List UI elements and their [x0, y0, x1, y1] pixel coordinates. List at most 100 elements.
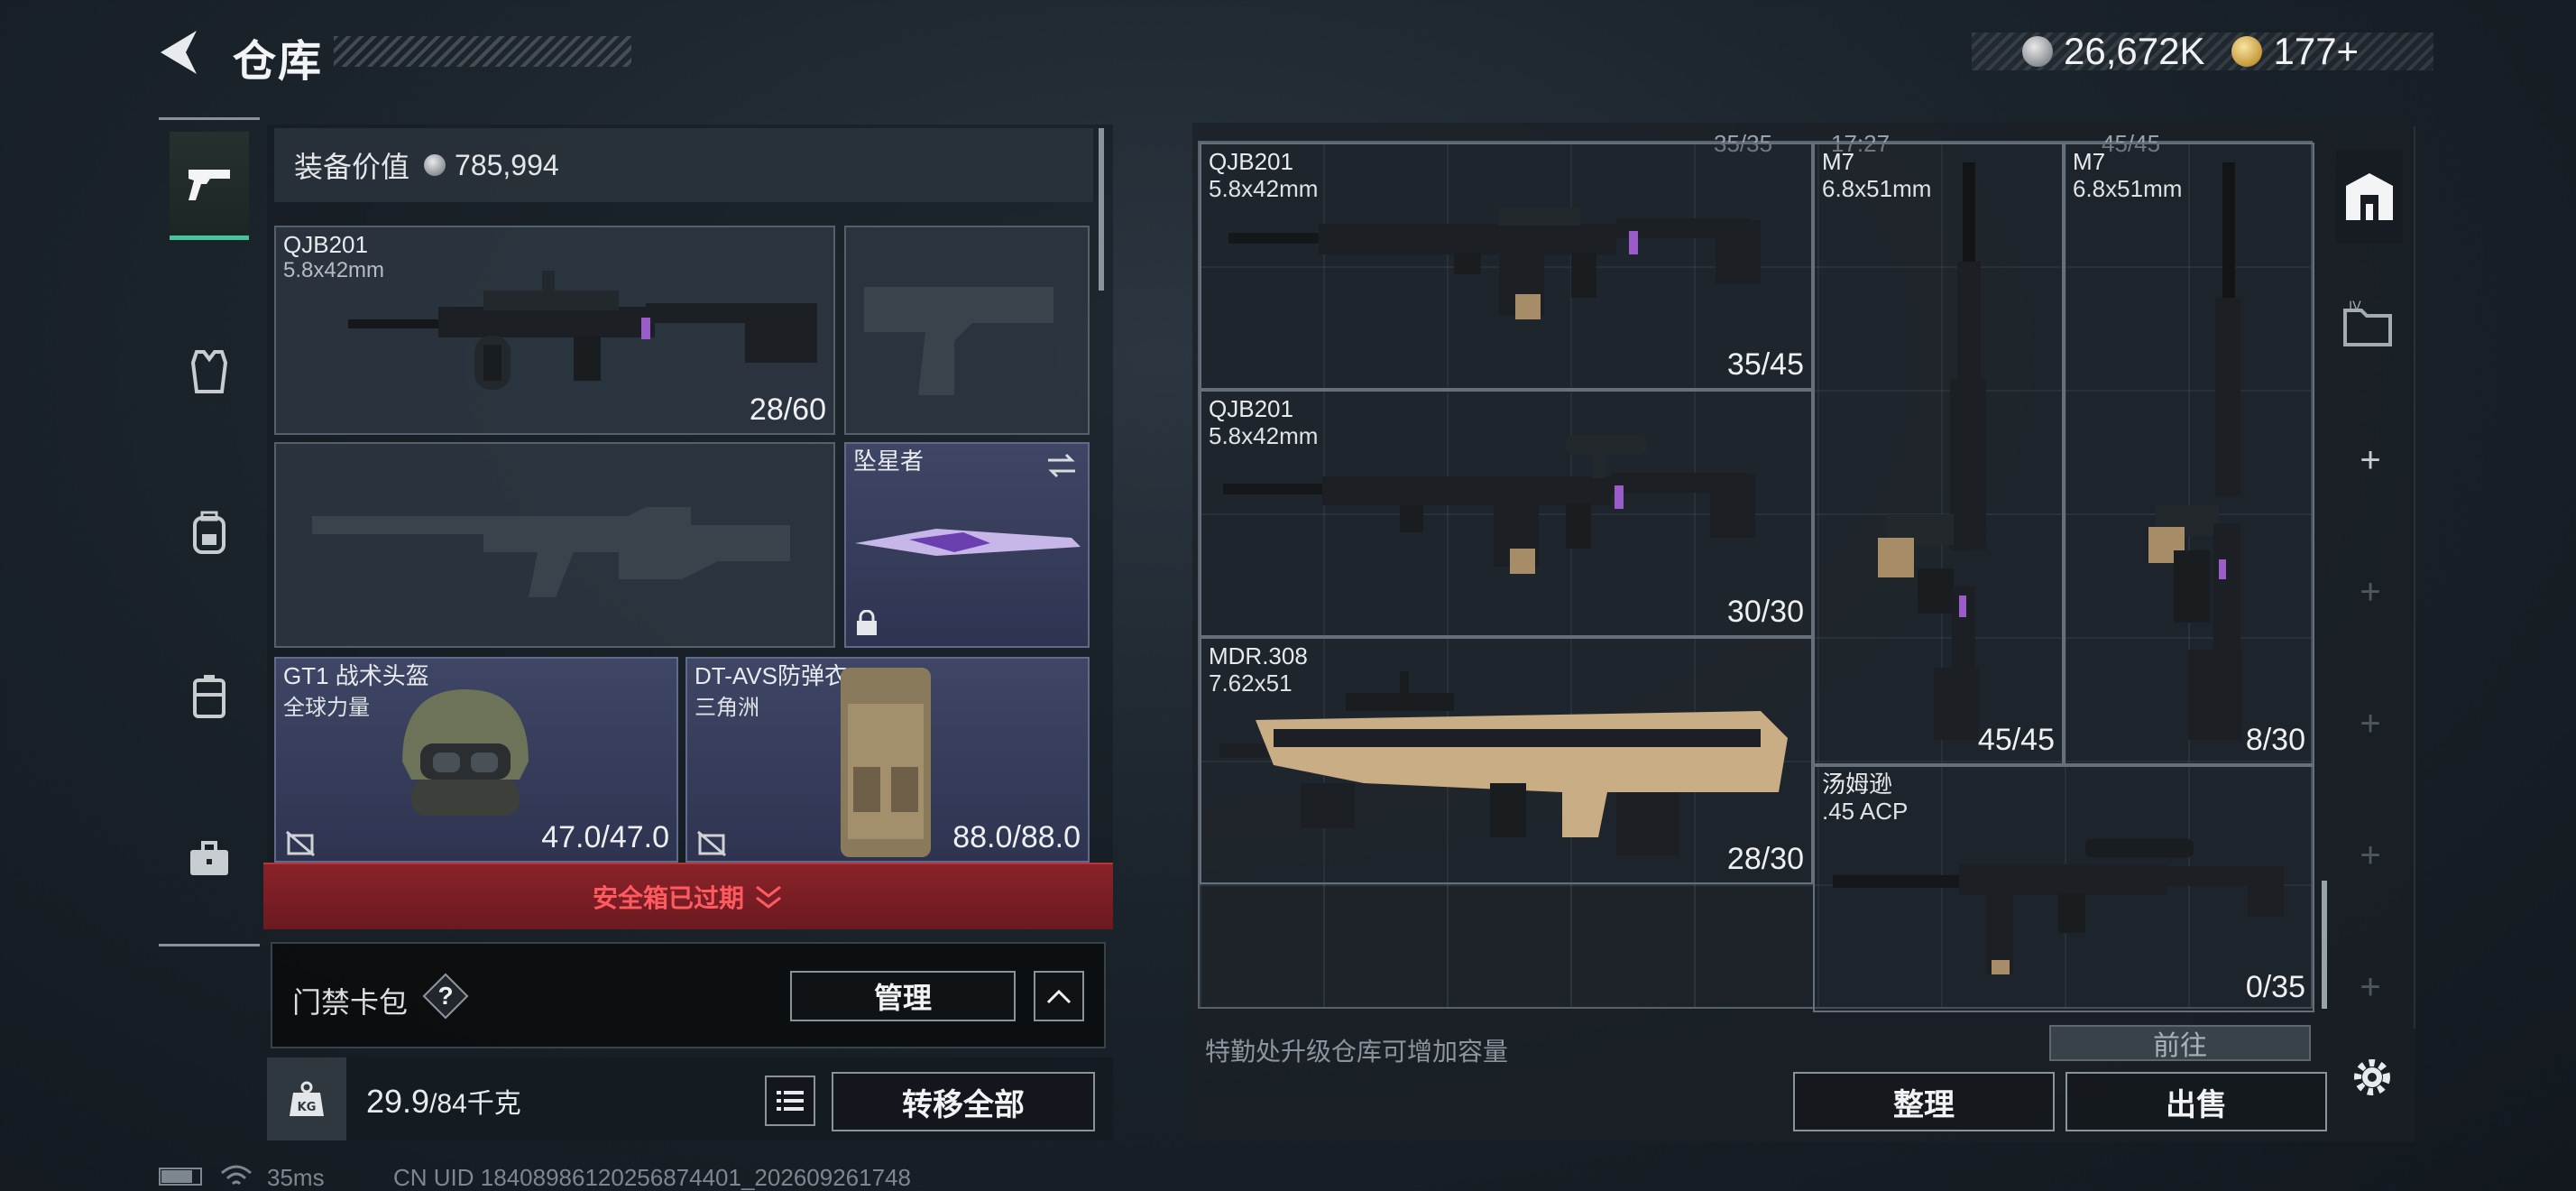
sort-button[interactable]: 整理: [1793, 1072, 2055, 1131]
goto-button[interactable]: 前往: [2049, 1025, 2311, 1061]
add-storage-icon: +: [2360, 967, 2381, 1007]
silver-coin-icon: [2022, 36, 2053, 67]
add-storage-icon: +: [2360, 572, 2381, 612]
storage-item[interactable]: 汤姆逊 .45 ACP 0/35: [1813, 765, 2314, 1012]
rifle-icon: [2148, 162, 2242, 740]
equipment-value-bar: 装备价值 785,994: [274, 128, 1093, 202]
storage-item[interactable]: MDR.308 7.62x51 28/30: [1200, 637, 1813, 884]
weight-icon: KG: [267, 1057, 346, 1140]
rifle-icon: [1833, 839, 2284, 974]
storage-scrollbar[interactable]: [2322, 881, 2327, 1009]
user-uid: CN UID 18408986120256874401_202609261748: [393, 1164, 911, 1191]
folder-icon: IV: [2343, 300, 2392, 346]
folder-tab[interactable]: IV: [2341, 298, 2396, 352]
list-icon: [777, 1091, 804, 1111]
manage-button[interactable]: 管理: [790, 971, 1016, 1021]
weapon-name: QJB201: [283, 231, 368, 258]
knife-icon: [855, 529, 1081, 556]
pistol-silhouette-icon: [864, 287, 1053, 395]
rifle-icon: [1878, 162, 1986, 740]
storage-item[interactable]: QJB201 5.8x42mm 35/45: [1200, 143, 1813, 390]
tab-case[interactable]: [170, 805, 249, 913]
svg-text:IV: IV: [2349, 300, 2361, 314]
weight-value: 29.9/84千克: [366, 1081, 521, 1121]
rifle-icon: [1219, 671, 1788, 855]
equipment-scrollbar[interactable]: [1099, 128, 1104, 291]
transfer-all-button[interactable]: 转移全部: [832, 1072, 1095, 1131]
helmet-slot[interactable]: GT1 战术头盔 全球力量 47.0/47.0: [274, 657, 678, 863]
gold-coin-icon: [2231, 36, 2263, 67]
chevron-up-icon: [1046, 989, 1072, 1004]
item-ammo: 45/45: [1977, 723, 2055, 757]
warehouse-tab[interactable]: [2336, 150, 2403, 244]
svg-text:KG: KG: [298, 1101, 317, 1114]
vest-icon: [191, 350, 227, 393]
gold-currency-value[interactable]: 177+: [2273, 30, 2359, 73]
keycard-label: 门禁卡包: [292, 986, 409, 1019]
sidearm-slot[interactable]: [844, 226, 1090, 435]
storage-grid[interactable]: 35/35 17:27 45/45 QJB201 5.8x42mm 35/45 …: [1198, 130, 2314, 1012]
add-storage-icon: +: [2360, 836, 2381, 875]
lock-icon: [857, 610, 877, 635]
equipment-value: 785,994: [455, 148, 559, 181]
equipment-value-label: 装备价值: [294, 151, 410, 183]
storage-item[interactable]: M7 6.8x51mm 45/45: [1813, 143, 2064, 765]
melee-slot[interactable]: 坠星者: [844, 442, 1090, 648]
pistol-icon: [189, 169, 230, 200]
weight-max: /84千克: [429, 1089, 521, 1119]
item-ammo: 0/35: [2245, 970, 2305, 1004]
title-decoration: [334, 36, 631, 67]
add-storage-icon: +: [2360, 704, 2381, 743]
armor-name: DT-AVS防弹衣: [695, 662, 848, 689]
warehouse-icon: [2346, 173, 2393, 220]
rifle-icon: [1223, 435, 1755, 574]
item-name: 汤姆逊: [1822, 771, 1893, 798]
melee-name: 坠星者: [853, 448, 925, 475]
no-insure-icon: [697, 830, 726, 857]
list-view-button[interactable]: [765, 1076, 815, 1126]
swap-icon[interactable]: [1044, 451, 1079, 480]
silver-coin-icon: [424, 154, 446, 176]
page-title: 仓库: [233, 38, 324, 86]
silver-currency-value: 26,672K: [2064, 30, 2205, 72]
secondary-weapon-slot[interactable]: [274, 442, 835, 648]
tab-backpack[interactable]: [170, 478, 249, 586]
tab-weapons[interactable]: [170, 132, 249, 240]
sell-button[interactable]: 出售: [2065, 1072, 2327, 1131]
tab-armor[interactable]: [170, 318, 249, 426]
help-mark: ?: [437, 982, 454, 1010]
weapon-ammo: 28/60: [749, 392, 826, 427]
rifle-icon: [348, 271, 817, 390]
item-ammo: 30/30: [1726, 595, 1804, 629]
armor-durability: 88.0/88.0: [952, 820, 1081, 854]
backpack-icon: [193, 511, 225, 554]
armor-maker: 三角洲: [695, 696, 759, 720]
rifle-icon: [1228, 208, 1761, 319]
storage-item[interactable]: QJB201 5.8x42mm 30/30: [1200, 390, 1813, 637]
safe-box-expired-notice[interactable]: 安全箱已过期: [263, 863, 1113, 929]
back-arrow-icon[interactable]: [155, 27, 202, 78]
armor-slot[interactable]: DT-AVS防弹衣 三角洲 88.0/88.0: [685, 657, 1090, 863]
item-name: QJB201: [1209, 148, 1293, 175]
sidebar-divider: [2414, 126, 2415, 1029]
rail-divider: [159, 944, 260, 946]
rail-divider: [159, 117, 260, 120]
vest-icon: [841, 668, 931, 857]
settings-button[interactable]: [2349, 1054, 2396, 1101]
chest-rig-icon: [193, 675, 225, 718]
currency-bar: 26,672K 177+: [1972, 30, 2433, 73]
item-name: M7: [2073, 148, 2106, 175]
primary-weapon-slot[interactable]: QJB201 5.8x42mm 28/60: [274, 226, 835, 435]
add-storage-icon[interactable]: +: [2354, 442, 2387, 478]
no-insure-icon: [286, 830, 315, 857]
wifi-icon: [220, 1164, 253, 1189]
tab-chest-rig[interactable]: [170, 642, 249, 751]
rifle-silhouette-icon: [312, 507, 790, 597]
helmet-icon: [402, 689, 529, 816]
item-ammo: 8/30: [2245, 723, 2305, 757]
item-ammo: 35/45: [1726, 347, 1804, 382]
storage-item[interactable]: M7 6.8x51mm 8/30: [2064, 143, 2314, 765]
collapse-button[interactable]: [1034, 971, 1084, 1021]
gear-icon: [2354, 1059, 2390, 1095]
item-ammo: 28/30: [1726, 842, 1804, 876]
